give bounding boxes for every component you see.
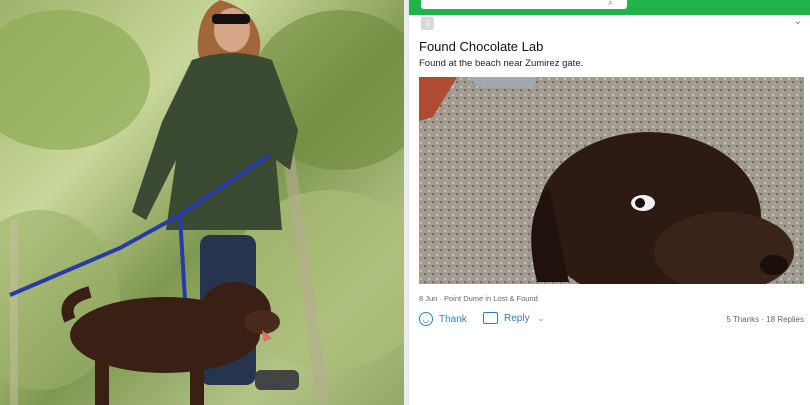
post-title: Found Chocolate Lab [419,39,544,54]
app-header-bar: ⌕ [409,0,810,15]
thanks-replies-count[interactable]: 5 Thanks · 18 Replies [726,315,804,324]
reply-button[interactable]: Reply ⌄ [483,312,544,324]
post-body: Found at the beach near Zumirez gate. [419,58,584,69]
thank-label: Thank [439,313,467,325]
woman-walking-dog-photo [0,0,404,405]
avatar[interactable]: J [421,17,434,30]
post-card: ⌕ J ⌄ Found Chocolate Lab Found at the b… [408,0,810,405]
chevron-down-icon[interactable]: ⌄ [538,314,545,323]
speech-bubble-icon [483,312,498,324]
smiley-icon: ◡ [419,312,433,326]
chevron-down-icon[interactable]: ⌄ [794,16,802,27]
search-icon[interactable]: ⌕ [608,0,613,8]
reply-label: Reply [504,312,530,324]
search-input[interactable]: ⌕ [421,0,627,9]
thank-button[interactable]: ◡ Thank [419,312,467,326]
dog-photo[interactable] [419,77,804,284]
post-meta: 8 Jun · Point Dume in Lost & Found [419,294,538,303]
post-actions: ◡ Thank Reply ⌄ 5 Thanks · 18 Replies [419,312,804,330]
